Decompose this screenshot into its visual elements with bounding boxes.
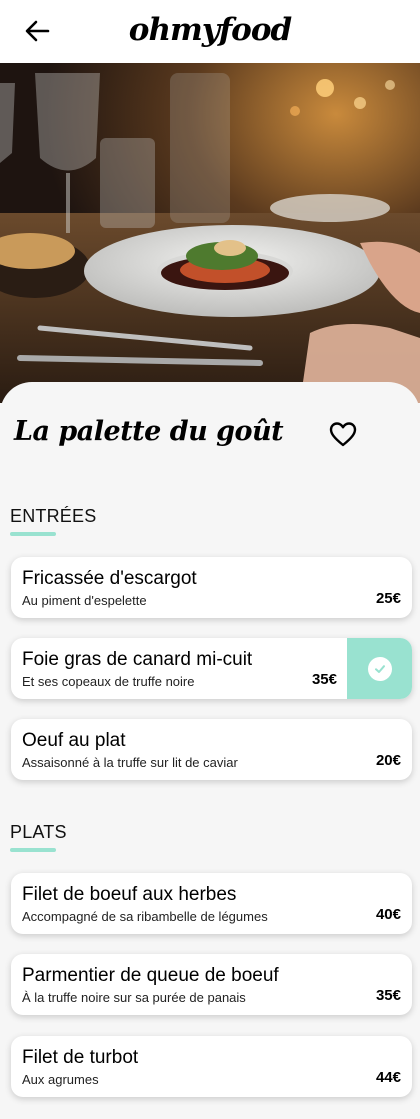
check-icon xyxy=(367,656,392,681)
dish-description: Assaisonné à la truffe sur lit de caviar xyxy=(22,755,238,770)
heart-outline-icon xyxy=(329,422,357,447)
dish-name: Filet de turbot xyxy=(22,1047,139,1068)
hero-image xyxy=(0,63,420,403)
dish-name: Oeuf au plat xyxy=(22,730,126,751)
dish-description: Et ses copeaux de truffe noire xyxy=(22,674,195,689)
dish-description: Accompagné de sa ribambelle de légumes xyxy=(22,909,268,924)
dish-name: Parmentier de queue de boeuf xyxy=(22,965,279,986)
dish-card[interactable]: Filet de turbot Aux agrumes 44€ xyxy=(11,1036,412,1097)
dish-card[interactable]: Fricassée d'escargot Au piment d'espelet… xyxy=(11,557,412,618)
dish-price: 20€ xyxy=(375,752,401,769)
section-title-entrees: ENTRÉES xyxy=(10,506,97,526)
section-underline xyxy=(10,848,56,852)
dish-price: 35€ xyxy=(311,671,337,688)
dish-description: À la truffe noire sur sa purée de panais xyxy=(22,990,246,1005)
app-header: ohmyfood xyxy=(0,0,420,63)
app-logo[interactable]: ohmyfood xyxy=(0,12,420,48)
section-title-plats: PLATS xyxy=(10,822,67,842)
dish-name: Foie gras de canard mi-cuit xyxy=(22,649,253,670)
dish-price: 35€ xyxy=(375,987,401,1004)
dish-card-selected[interactable]: Foie gras de canard mi-cuit Et ses copea… xyxy=(11,638,412,699)
dish-description: Aux agrumes xyxy=(22,1072,99,1087)
dish-price: 25€ xyxy=(375,590,401,607)
dish-price: 44€ xyxy=(375,1069,401,1086)
restaurant-name: La palette du goût xyxy=(14,416,284,447)
dish-card[interactable]: Filet de boeuf aux herbes Accompagné de … xyxy=(11,873,412,934)
favorite-button[interactable] xyxy=(328,420,358,448)
dish-description: Au piment d'espelette xyxy=(22,593,147,608)
section-underline xyxy=(10,532,56,536)
dish-name: Fricassée d'escargot xyxy=(22,568,197,589)
dish-price: 40€ xyxy=(375,906,401,923)
dish-name: Filet de boeuf aux herbes xyxy=(22,884,237,905)
dish-card[interactable]: Oeuf au plat Assaisonné à la truffe sur … xyxy=(11,719,412,780)
selected-indicator xyxy=(347,638,412,699)
dish-card[interactable]: Parmentier de queue de boeuf À la truffe… xyxy=(11,954,412,1015)
restaurant-menu-panel: La palette du goût ENTRÉES Fricassée d'e… xyxy=(0,382,420,1119)
